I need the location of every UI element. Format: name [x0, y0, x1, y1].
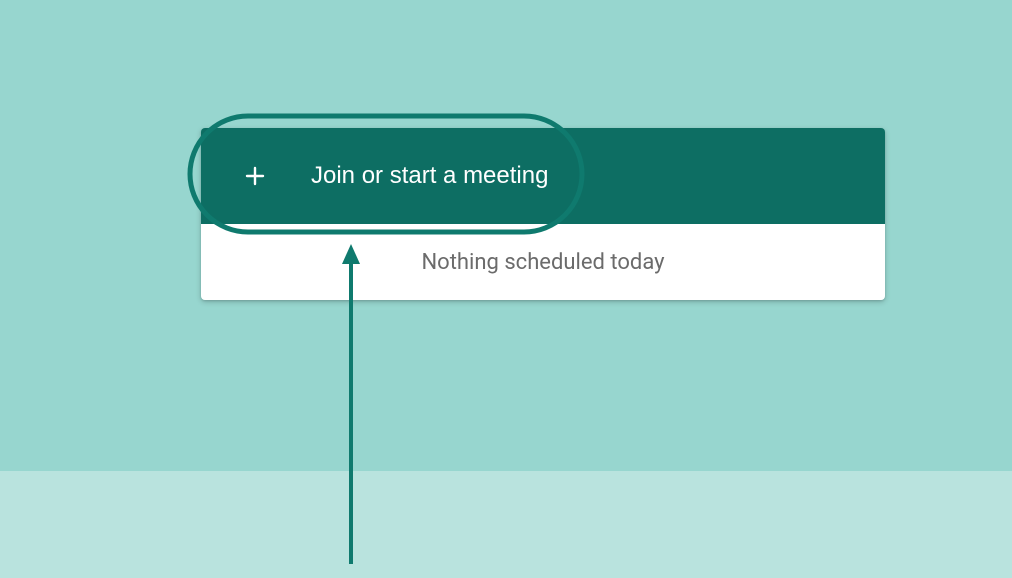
join-button-label: Join or start a meeting: [311, 162, 548, 190]
schedule-status: Nothing scheduled today: [201, 224, 885, 300]
plus-icon: [241, 162, 269, 190]
background-lower: [0, 471, 1012, 578]
join-start-meeting-button[interactable]: Join or start a meeting: [201, 128, 885, 224]
meeting-card: Join or start a meeting Nothing schedule…: [201, 128, 885, 300]
schedule-text: Nothing scheduled today: [421, 250, 664, 275]
